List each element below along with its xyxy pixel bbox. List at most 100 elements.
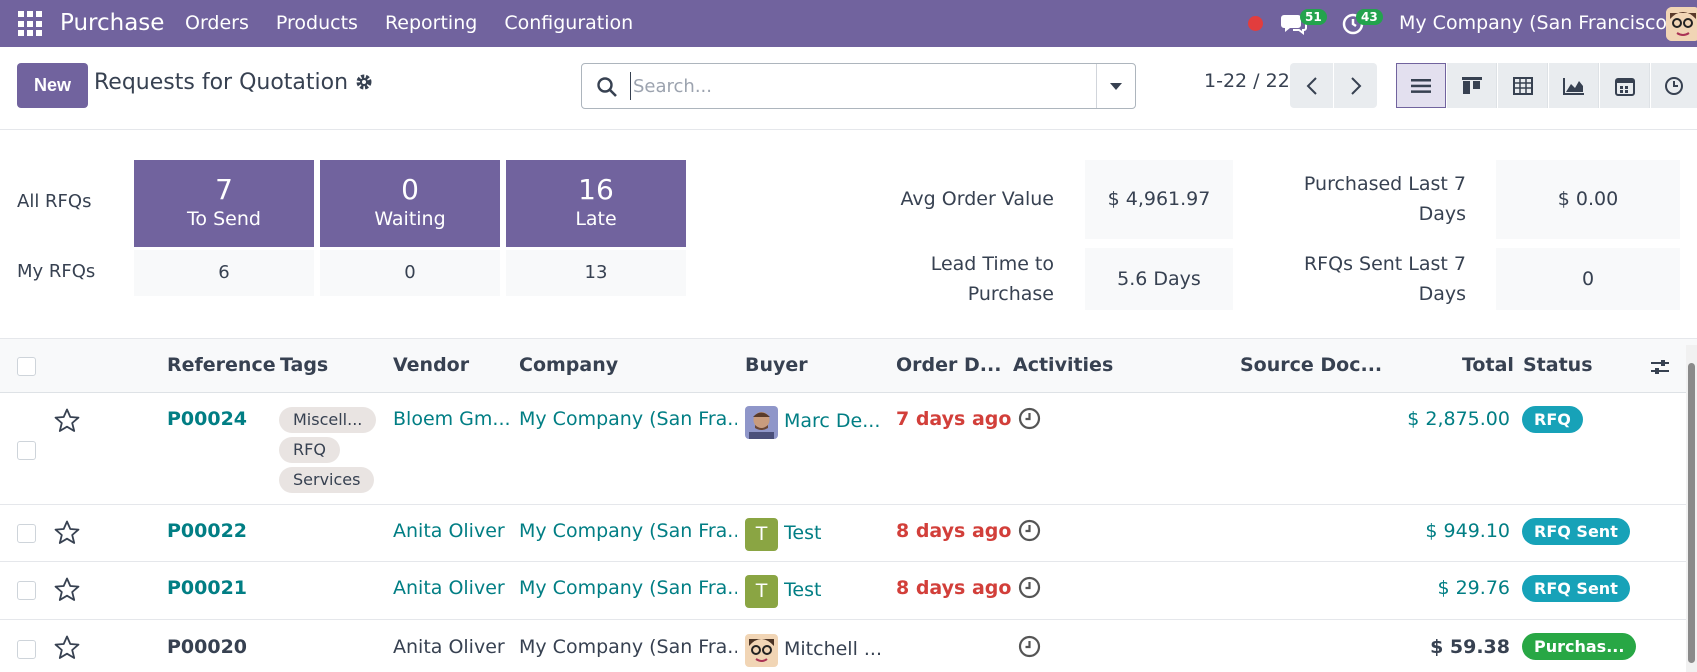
table-row[interactable]: P00020 Anita Oliver My Company (San Fra.… — [0, 620, 1697, 672]
activity-clock-icon[interactable] — [1018, 407, 1041, 430]
tile-waiting[interactable]: 0 Waiting — [320, 160, 500, 247]
gear-icon[interactable] — [355, 73, 373, 91]
star-icon[interactable] — [54, 408, 80, 433]
status-badge: RFQ — [1522, 406, 1583, 433]
row-company[interactable]: My Company (San Fra... — [519, 520, 737, 542]
row-buyer[interactable]: Mitchell ... — [784, 638, 882, 660]
menu-products[interactable]: Products — [276, 12, 358, 34]
row-total: $ 29.76 — [1437, 577, 1510, 599]
row-company[interactable]: My Company (San Fra... — [519, 577, 737, 599]
pivot-view-button[interactable] — [1498, 63, 1548, 108]
menu-reporting[interactable]: Reporting — [385, 12, 477, 34]
col-company[interactable]: Company — [519, 354, 618, 376]
col-status[interactable]: Status — [1523, 354, 1593, 376]
graph-view-button[interactable] — [1549, 63, 1599, 108]
row-reference[interactable]: P00021 — [167, 577, 247, 599]
col-reference[interactable]: Reference — [167, 354, 276, 376]
col-order-date[interactable]: Order D... — [896, 354, 1001, 376]
row-company[interactable]: My Company (San Fra... — [519, 408, 737, 430]
tile-to-send-label: To Send — [187, 208, 261, 230]
tile-late[interactable]: 16 Late — [506, 160, 686, 247]
kanban-view-icon — [1461, 76, 1482, 94]
row-vendor[interactable]: Bloem Gm... — [393, 408, 511, 430]
star-icon[interactable] — [54, 577, 80, 602]
star-icon[interactable] — [54, 520, 80, 545]
row-reference[interactable]: P00024 — [167, 408, 247, 430]
my-waiting[interactable]: 0 — [320, 250, 500, 296]
all-rfqs-label: All RFQs — [17, 191, 92, 212]
kanban-view-button[interactable] — [1447, 63, 1497, 108]
row-order-date: 8 days ago — [896, 577, 1012, 599]
pager-value[interactable]: 1-22 / 22 — [1204, 70, 1290, 92]
row-checkbox[interactable] — [17, 441, 36, 460]
scrollbar-thumb[interactable] — [1688, 363, 1695, 663]
col-buyer[interactable]: Buyer — [745, 354, 808, 376]
pivot-table-icon — [1512, 76, 1533, 95]
row-checkbox[interactable] — [17, 581, 36, 600]
activity-clock-icon[interactable] — [1018, 576, 1041, 599]
col-activities[interactable]: Activities — [1013, 354, 1113, 376]
calendar-view-button[interactable] — [1600, 63, 1650, 108]
row-tag: Miscell... — [279, 407, 377, 433]
list-view-button[interactable] — [1396, 63, 1446, 108]
buyer-avatar — [745, 634, 778, 667]
my-late[interactable]: 13 — [506, 250, 686, 296]
page-title: Requests for Quotation — [94, 70, 349, 95]
row-total: $ 59.38 — [1430, 636, 1510, 658]
col-total[interactable]: Total — [1462, 354, 1514, 376]
row-company[interactable]: My Company (San Fra... — [519, 636, 737, 658]
search-input[interactable] — [630, 72, 1060, 100]
row-buyer[interactable]: Test — [784, 579, 882, 601]
activity-count-badge: 43 — [1356, 9, 1383, 25]
row-buyer[interactable]: Marc De... — [784, 410, 882, 432]
col-source-document[interactable]: Source Doc... — [1240, 354, 1382, 376]
purchased-label-1: Purchased Last 7 — [1303, 173, 1466, 195]
row-total: $ 949.10 — [1425, 520, 1510, 542]
tile-waiting-value: 0 — [401, 173, 419, 206]
top-navbar: Purchase Orders Products Reporting Confi… — [0, 0, 1697, 47]
pager-previous-button[interactable] — [1290, 63, 1333, 108]
company-switcher[interactable]: My Company (San Francisco) — [1399, 12, 1674, 34]
menu-orders[interactable]: Orders — [185, 12, 249, 34]
col-tags[interactable]: Tags — [280, 354, 328, 376]
table-row[interactable]: P00024 Miscell... RFQ Services Bloem Gm.… — [0, 393, 1697, 505]
row-vendor[interactable]: Anita Oliver — [393, 520, 511, 542]
rfqs-sent-label-2: Days — [1418, 283, 1466, 305]
star-icon[interactable] — [54, 635, 80, 660]
table-row[interactable]: P00021 Anita Oliver My Company (San Fra.… — [0, 562, 1697, 620]
optional-columns-icon[interactable] — [1650, 357, 1670, 377]
tile-to-send[interactable]: 7 To Send — [134, 160, 314, 247]
row-buyer[interactable]: Test — [784, 522, 882, 544]
app-name[interactable]: Purchase — [60, 10, 164, 36]
row-reference[interactable]: P00020 — [167, 636, 247, 658]
apps-menu-icon[interactable] — [18, 11, 44, 37]
user-avatar[interactable] — [1666, 7, 1697, 41]
activity-clock-icon[interactable] — [1018, 635, 1041, 658]
recording-indicator-icon[interactable] — [1248, 16, 1263, 31]
calendar-icon — [1614, 77, 1635, 96]
search-options-toggle[interactable] — [1096, 64, 1135, 108]
chat-count-badge: 51 — [1300, 9, 1327, 25]
row-vendor[interactable]: Anita Oliver — [393, 636, 511, 658]
row-order-date: 8 days ago — [896, 520, 1012, 542]
tile-waiting-label: Waiting — [374, 208, 446, 230]
row-order-date: 7 days ago — [896, 408, 1012, 430]
purchased-value: $ 0.00 — [1496, 160, 1680, 239]
select-all-checkbox[interactable] — [17, 357, 36, 376]
control-panel: New Requests for Quotation 1-22 / 22 — [0, 48, 1697, 130]
avg-order-label: Avg Order Value — [900, 188, 1054, 210]
row-checkbox[interactable] — [17, 524, 36, 543]
pager-next-button[interactable] — [1334, 63, 1377, 108]
table-header: Reference Tags Vendor Company Buyer Orde… — [0, 338, 1697, 393]
new-button[interactable]: New — [17, 63, 88, 108]
activity-view-button[interactable] — [1651, 63, 1697, 108]
row-reference[interactable]: P00022 — [167, 520, 247, 542]
activity-clock-icon[interactable] — [1018, 519, 1041, 542]
row-checkbox[interactable] — [17, 640, 36, 659]
table-row[interactable]: P00022 Anita Oliver My Company (San Fra.… — [0, 505, 1697, 562]
my-to-send[interactable]: 6 — [134, 250, 314, 296]
row-vendor[interactable]: Anita Oliver — [393, 577, 511, 599]
menu-configuration[interactable]: Configuration — [504, 12, 633, 34]
col-vendor[interactable]: Vendor — [393, 354, 469, 376]
table-scrollbar[interactable] — [1686, 345, 1697, 672]
